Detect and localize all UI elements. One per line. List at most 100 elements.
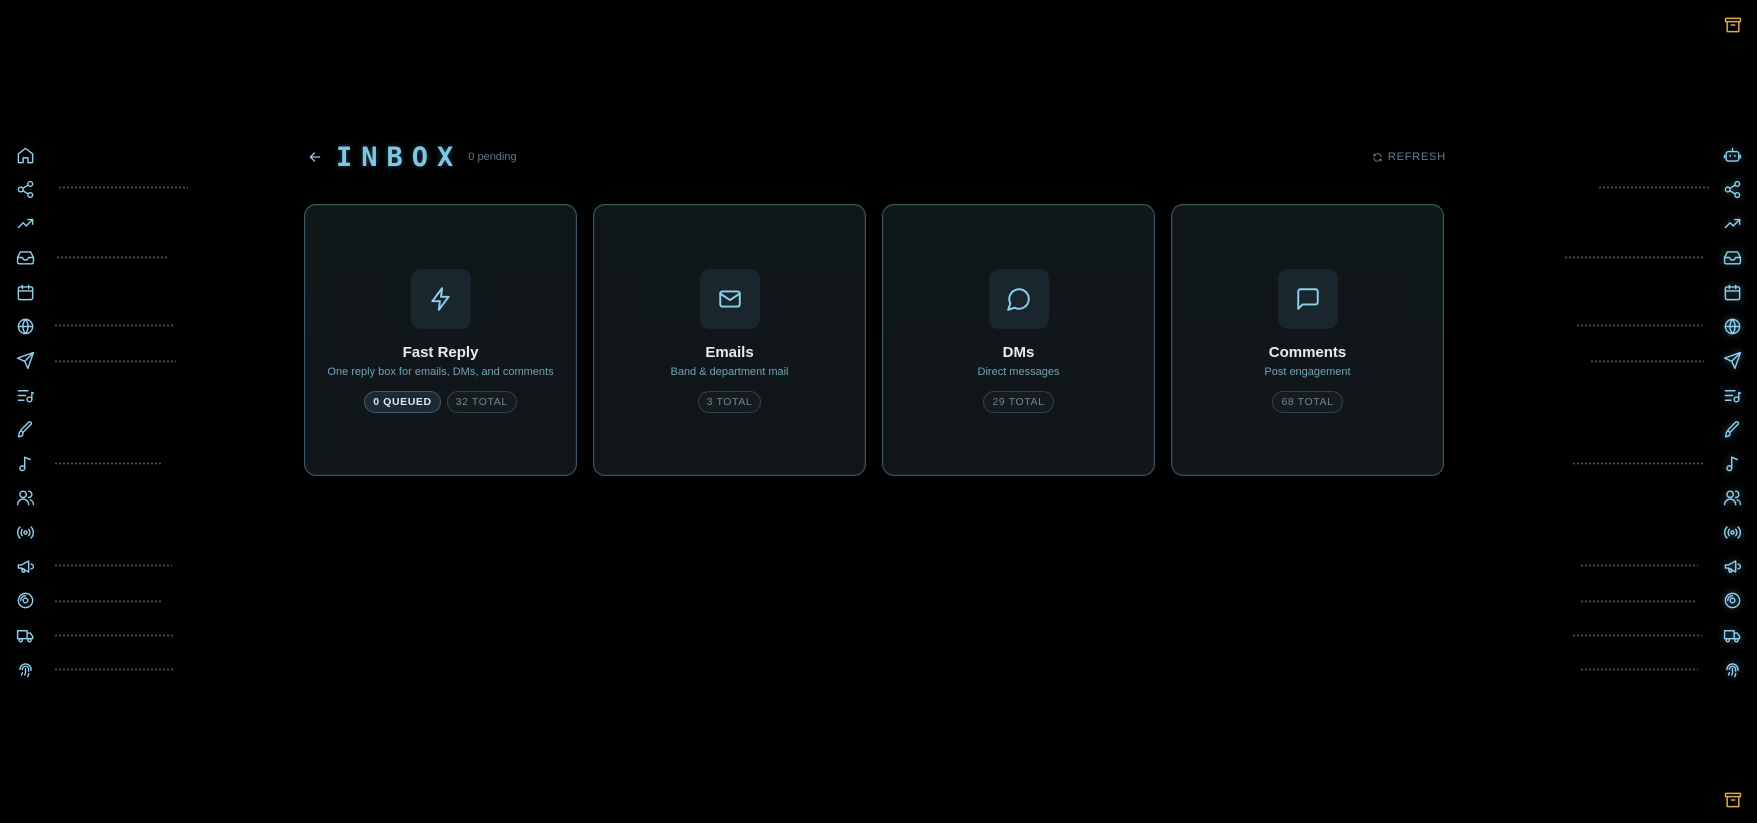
nav-megaphone[interactable] bbox=[1717, 552, 1747, 582]
total-badge: 68 TOTAL bbox=[1272, 391, 1343, 413]
nav-music[interactable] bbox=[1717, 449, 1747, 479]
nav-music[interactable] bbox=[10, 449, 40, 479]
card-badges: 68 TOTAL bbox=[1272, 391, 1343, 413]
nav-trending[interactable] bbox=[10, 209, 40, 239]
card-title: DMs bbox=[1002, 344, 1035, 361]
nav-calendar[interactable] bbox=[10, 277, 40, 307]
nav-fingerprint[interactable] bbox=[10, 654, 40, 684]
arrow-left-icon bbox=[309, 152, 321, 162]
page-header: INBOX 0 pending REFRESH bbox=[304, 140, 1446, 174]
queued-badge: 0 QUEUED bbox=[364, 391, 441, 413]
brush-icon bbox=[17, 420, 32, 438]
nav-broadcast[interactable] bbox=[1717, 517, 1747, 547]
card-title: Emails bbox=[705, 344, 754, 361]
users-icon bbox=[16, 490, 34, 506]
nav-inbox[interactable] bbox=[1717, 243, 1747, 273]
nav-users[interactable] bbox=[1717, 483, 1747, 513]
page-title: INBOX bbox=[336, 141, 463, 173]
inbox-icon bbox=[16, 251, 34, 265]
card-icon-box bbox=[988, 269, 1049, 329]
nav-broadcast[interactable] bbox=[10, 517, 40, 547]
megaphone-icon bbox=[17, 560, 34, 573]
nav-bot[interactable] bbox=[1717, 140, 1747, 170]
nav-share[interactable] bbox=[10, 174, 40, 204]
total-badge: 29 TOTAL bbox=[983, 391, 1054, 413]
trending-icon bbox=[17, 218, 33, 229]
archive-icon[interactable] bbox=[1722, 14, 1744, 36]
disc-icon bbox=[17, 593, 33, 609]
card-fast-reply[interactable]: Fast Reply One reply box for emails, DMs… bbox=[304, 204, 577, 476]
fingerprint-icon bbox=[18, 663, 32, 678]
calendar-icon bbox=[1724, 284, 1740, 301]
card-emails[interactable]: Emails Band & department mail 3 TOTAL bbox=[593, 204, 866, 476]
nav-brush[interactable] bbox=[1717, 414, 1747, 444]
nav-brush[interactable] bbox=[10, 414, 40, 444]
nav-fingerprint[interactable] bbox=[1717, 654, 1747, 684]
broadcast-icon bbox=[1723, 526, 1741, 539]
total-badge: 32 TOTAL bbox=[446, 391, 517, 413]
refresh-icon bbox=[1373, 152, 1382, 162]
users-icon bbox=[1723, 490, 1741, 506]
archive-icon[interactable] bbox=[1722, 789, 1744, 811]
megaphone-icon bbox=[1724, 560, 1741, 573]
back-button[interactable] bbox=[304, 146, 326, 168]
trending-icon bbox=[1724, 218, 1740, 229]
card-subtitle: Post engagement bbox=[1264, 366, 1351, 378]
inbox-cards: Fast Reply One reply box for emails, DMs… bbox=[304, 204, 1444, 476]
broadcast-icon bbox=[16, 526, 34, 539]
nav-truck[interactable] bbox=[1717, 620, 1747, 650]
nav-share[interactable] bbox=[1717, 174, 1747, 204]
globe-icon bbox=[1724, 318, 1740, 335]
calendar-icon bbox=[17, 284, 33, 301]
nav-trending[interactable] bbox=[1717, 209, 1747, 239]
nav-send[interactable] bbox=[1717, 346, 1747, 376]
nav-disc[interactable] bbox=[10, 586, 40, 616]
card-icon-box bbox=[1277, 269, 1338, 329]
app-root: INBOX 0 pending REFRESH Fast Reply One r… bbox=[0, 0, 1757, 823]
lightning-icon bbox=[430, 287, 450, 311]
card-subtitle: Band & department mail bbox=[670, 366, 789, 378]
fingerprint-icon bbox=[1725, 663, 1739, 678]
chat-bubble-icon bbox=[1006, 288, 1030, 311]
truck-icon bbox=[16, 629, 33, 643]
nav-calendar[interactable] bbox=[1717, 277, 1747, 307]
music-note-icon bbox=[18, 456, 31, 472]
send-icon bbox=[1723, 352, 1741, 370]
nav-home[interactable] bbox=[10, 140, 40, 170]
nav-globe[interactable] bbox=[10, 311, 40, 341]
card-badges: 0 QUEUED 32 TOTAL bbox=[364, 391, 517, 413]
nav-megaphone[interactable] bbox=[10, 552, 40, 582]
music-note-icon bbox=[1725, 456, 1738, 472]
card-title: Fast Reply bbox=[402, 344, 479, 361]
send-icon bbox=[16, 352, 34, 370]
inbox-icon bbox=[1723, 251, 1741, 265]
home-icon bbox=[17, 147, 33, 163]
nav-inbox[interactable] bbox=[10, 243, 40, 273]
brush-icon bbox=[1724, 420, 1739, 438]
card-subtitle: One reply box for emails, DMs, and comme… bbox=[327, 366, 554, 378]
total-badge: 3 TOTAL bbox=[697, 391, 762, 413]
nav-truck[interactable] bbox=[10, 620, 40, 650]
list-music-icon bbox=[1724, 389, 1741, 403]
nav-globe[interactable] bbox=[1717, 311, 1747, 341]
card-subtitle: Direct messages bbox=[977, 366, 1060, 378]
nav-list-music[interactable] bbox=[1717, 380, 1747, 410]
nav-users[interactable] bbox=[10, 483, 40, 513]
pending-count: 0 pending bbox=[468, 151, 517, 163]
right-nav-rail bbox=[1707, 140, 1757, 689]
nav-list-music[interactable] bbox=[10, 380, 40, 410]
card-comments[interactable]: Comments Post engagement 68 TOTAL bbox=[1171, 204, 1444, 476]
truck-icon bbox=[1723, 629, 1740, 643]
nav-send[interactable] bbox=[10, 346, 40, 376]
card-icon-box bbox=[699, 269, 760, 329]
globe-icon bbox=[17, 318, 33, 335]
list-music-icon bbox=[17, 389, 34, 403]
share-icon bbox=[1724, 180, 1740, 198]
refresh-label: REFRESH bbox=[1387, 151, 1446, 163]
card-dms[interactable]: DMs Direct messages 29 TOTAL bbox=[882, 204, 1155, 476]
comment-icon bbox=[1296, 288, 1319, 310]
card-title: Comments bbox=[1268, 344, 1347, 361]
card-badges: 3 TOTAL bbox=[697, 391, 762, 413]
refresh-button[interactable]: REFRESH bbox=[1372, 151, 1446, 163]
nav-disc[interactable] bbox=[1717, 586, 1747, 616]
